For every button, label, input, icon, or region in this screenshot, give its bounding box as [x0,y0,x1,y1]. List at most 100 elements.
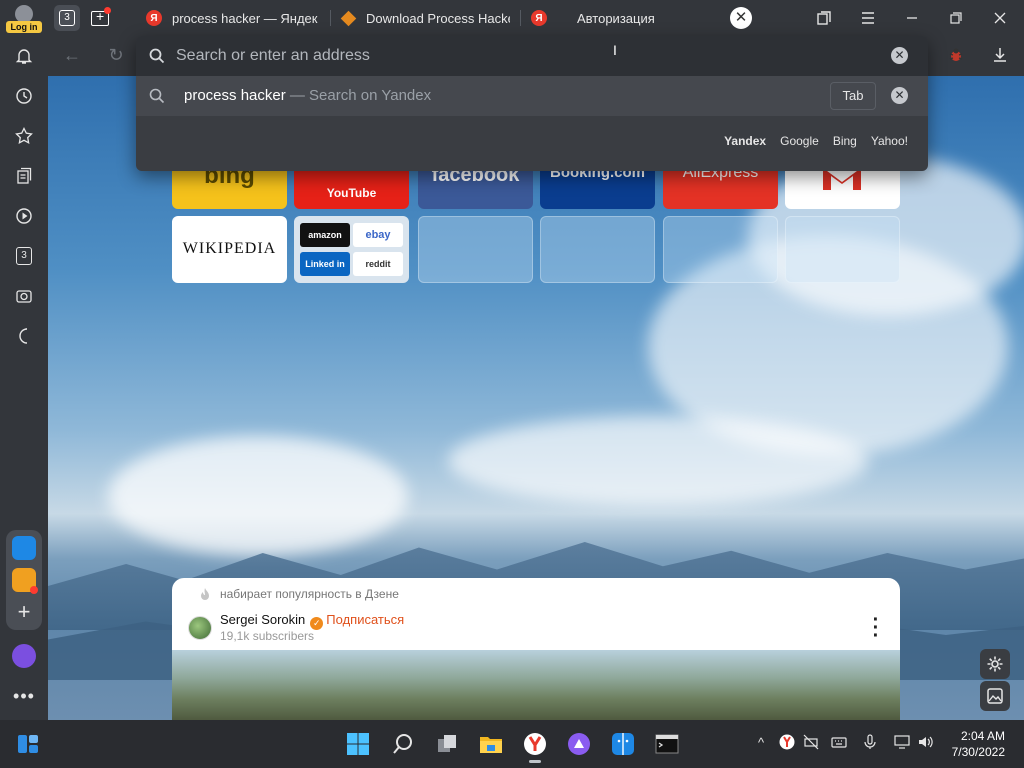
night-mode-moon-icon[interactable] [12,324,36,348]
alice-assistant-icon[interactable] [12,644,36,668]
tray-yandex-icon[interactable] [778,734,796,752]
windows-taskbar: ^ 2:04 AM 7/30/2022 [0,720,1024,768]
video-play-icon[interactable] [12,204,36,228]
trending-label: набирает популярность в Дзене [220,587,399,601]
bookmarks-collection-button[interactable] [802,0,846,36]
new-tab-group-button[interactable] [87,5,113,31]
close-tab-icon[interactable]: ✕ [730,7,752,29]
image-icon [987,688,1003,704]
task-view-icon[interactable] [435,732,459,756]
speed-dial-empty-slot[interactable] [540,216,655,283]
trending-flame-icon [201,588,209,600]
tab-title: process hacker — Яндекс [172,10,318,26]
clear-address-icon[interactable]: ✕ [891,47,908,64]
clock-time: 2:04 AM [960,729,1005,743]
search-icon[interactable] [391,732,415,756]
tab-download-process-hacker[interactable]: Download Process Hacker [340,0,510,36]
restore-button[interactable] [934,0,978,36]
speed-dial-wikipedia[interactable]: WIKIPEDIA [172,216,287,283]
close-icon [994,12,1006,24]
bookmarks-star-icon[interactable] [12,124,36,148]
tray-microphone-icon[interactable] [861,734,879,752]
yandex-browser-taskbar-icon[interactable] [523,732,547,763]
close-window-button[interactable] [978,0,1022,36]
engine-bing[interactable]: Bing [833,134,857,148]
login-button[interactable]: Log in [6,2,42,34]
back-arrow-icon[interactable]: ← [62,46,82,66]
engine-yahoo[interactable]: Yahoo! [871,134,908,148]
notification-dot [104,7,111,14]
text-cursor-icon: I [613,42,617,58]
screenshot-camera-icon[interactable] [12,284,36,308]
settings-gear-button[interactable] [980,649,1010,679]
remove-suggestion-icon[interactable]: ✕ [891,87,908,104]
search-icon [149,88,165,104]
tab-count: 3 [59,10,75,26]
engine-google[interactable]: Google [780,134,819,148]
tab-separator [330,10,331,26]
author-avatar[interactable] [188,616,212,640]
tray-overflow-chevron-icon[interactable]: ^ [752,734,770,752]
author-line: Sergei Sorokin ✓ Подписаться [220,612,404,630]
reddit-tile: reddit [353,252,403,276]
article-preview-image[interactable] [172,650,900,720]
address-input[interactable] [176,44,876,68]
more-options-icon[interactable]: · · · [868,610,884,646]
tab-title: Download Process Hacker [366,10,510,26]
terminal-icon[interactable] [655,732,679,756]
speed-dial-empty-slot[interactable] [663,216,778,283]
history-clock-icon[interactable] [12,84,36,108]
downloads-button[interactable] [990,46,1010,66]
yandex-logo-icon: Я [146,10,162,26]
reload-icon[interactable]: ↻ [106,46,126,66]
subscriber-count: 19,1k subscribers [220,629,315,643]
extension-bug-icon[interactable] [946,46,966,66]
tile-label: YouTube [326,186,377,200]
speed-dial-empty-slot[interactable] [418,216,533,283]
gmail-logo-icon [823,168,861,190]
tabs-counter-icon[interactable]: 3 [12,244,36,268]
tray-monitor-icon[interactable] [893,734,911,752]
menu-button[interactable] [846,0,890,36]
tile-label: WIKIPEDIA [182,240,277,257]
amazon-tile: amazon [300,223,350,247]
linkedin-tile: Linked in [300,252,350,276]
collections-icon[interactable] [12,164,36,188]
mail-app-icon[interactable] [12,568,38,594]
more-dots-icon[interactable]: ••• [12,684,36,708]
background-gallery-button[interactable] [980,681,1010,711]
tray-keyboard-icon[interactable] [830,734,848,752]
file-explorer-icon[interactable] [479,732,503,756]
tray-network-off-icon[interactable] [802,734,820,752]
minimize-icon [907,17,917,19]
add-app-plus-icon[interactable]: + [12,599,36,624]
restore-icon [950,12,962,24]
tab-process-hacker-yandex[interactable]: Я process hacker — Яндекс [146,0,318,36]
subscribe-button[interactable]: Подписаться [326,612,404,627]
tray-volume-icon[interactable] [917,734,935,752]
finder-taskbar-icon[interactable] [611,732,635,756]
minimize-button[interactable] [890,0,934,36]
engine-yandex[interactable]: Yandex [724,134,766,148]
notifications-bell-icon[interactable] [12,44,36,68]
alice-taskbar-icon[interactable] [567,732,591,756]
ebay-tile: ebay [353,223,403,247]
tab-key-hint[interactable]: Tab [830,82,876,110]
suggestion-row[interactable]: process hacker — Search on Yandex Tab ✕ [136,76,928,116]
yandex-logo-icon: Я [531,10,547,26]
tabs-overview-button[interactable]: 3 [54,5,80,31]
widgets-icon[interactable] [16,732,40,756]
finder-app-icon[interactable] [12,536,36,560]
process-hacker-logo-icon [340,10,356,26]
notification-dot [30,586,38,594]
tab-authorization[interactable]: Я Авторизация [531,0,711,36]
tabs-badge: 3 [16,247,32,265]
author-name[interactable]: Sergei Sorokin [220,612,305,627]
taskbar-clock[interactable]: 2:04 AM 7/30/2022 [952,728,1005,760]
download-icon [994,48,1006,62]
zen-feed-card[interactable]: набирает популярность в Дзене Sergei Sor… [172,578,900,720]
speed-dial-group[interactable]: amazon ebay Linked in reddit [294,216,409,283]
speed-dial-empty-slot[interactable] [785,216,900,283]
start-windows-icon[interactable] [346,732,370,756]
collections-icon [817,11,831,25]
